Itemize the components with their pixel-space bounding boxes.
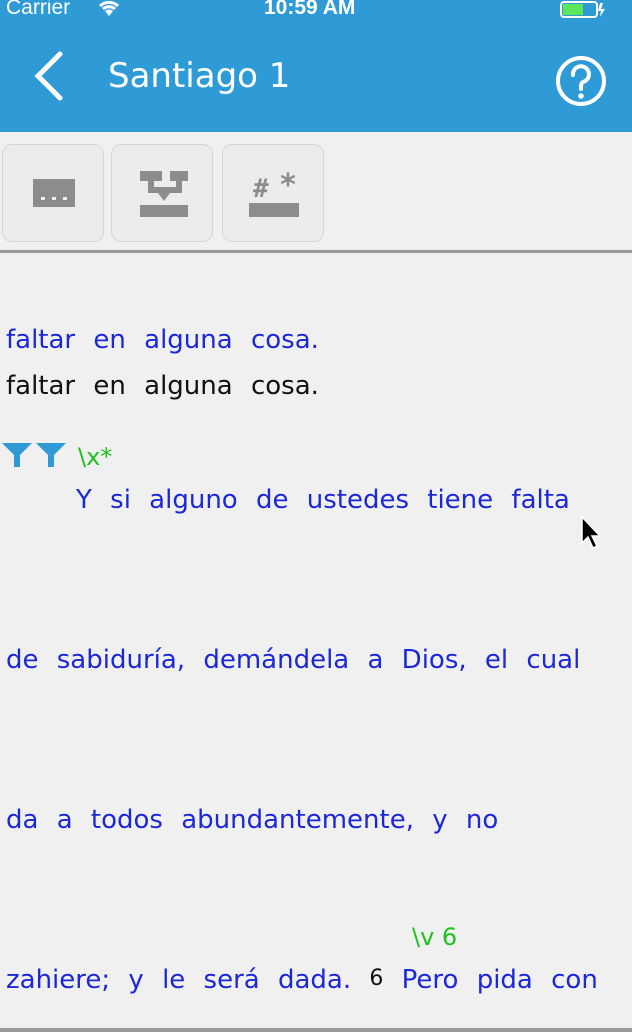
funnel-icon[interactable] <box>0 439 70 473</box>
text-editor[interactable]: faltar en alguna cosa. faltar en alguna … <box>0 253 632 1032</box>
toolbar: # * <box>0 132 632 253</box>
chevron-left-icon <box>34 51 63 101</box>
text-line: faltar en alguna cosa. <box>6 325 319 355</box>
clock-label: 10:59 AM <box>264 0 356 19</box>
battery-icon <box>560 1 605 18</box>
text-line: faltar en alguna cosa. <box>6 371 319 401</box>
marker-v6: \v 6 <box>412 923 458 951</box>
text-segment: zahiere; y le será dada. <box>6 965 352 995</box>
ellipsis-block-icon <box>33 179 75 207</box>
svg-text:*: * <box>279 168 297 203</box>
structure-merge-icon <box>140 171 188 217</box>
divider <box>0 1028 632 1032</box>
back-button[interactable] <box>28 48 76 104</box>
merge-button[interactable] <box>111 144 213 242</box>
svg-text:#: # <box>253 174 269 204</box>
marker-button[interactable]: # * <box>222 144 324 242</box>
question-circle-icon <box>556 56 606 106</box>
text-line-mixed: zahiere; y le será dada. 6 Pero pida con <box>6 965 598 995</box>
verse-number: 6 <box>369 966 384 991</box>
text-line: Y si alguno de ustedes tiene falta <box>76 485 570 515</box>
status-bar: Carrier 10:59 AM <box>0 0 632 20</box>
text-segment: Pero pida con <box>401 965 598 995</box>
text-line: da a todos abundantemente, y no <box>6 805 499 835</box>
marker-hash-icon: # * <box>249 168 299 217</box>
text-line: de sabiduría, demándela a Dios, el cual <box>6 645 581 675</box>
cursor-icon <box>580 515 604 555</box>
nav-bar: Santiago 1 <box>0 20 632 132</box>
help-button[interactable] <box>554 54 608 108</box>
carrier-label: Carrier <box>6 0 71 19</box>
ellipsis-button[interactable] <box>2 144 104 242</box>
marker-x-end: \x* <box>78 443 113 471</box>
page-title: Santiago 1 <box>108 56 291 96</box>
